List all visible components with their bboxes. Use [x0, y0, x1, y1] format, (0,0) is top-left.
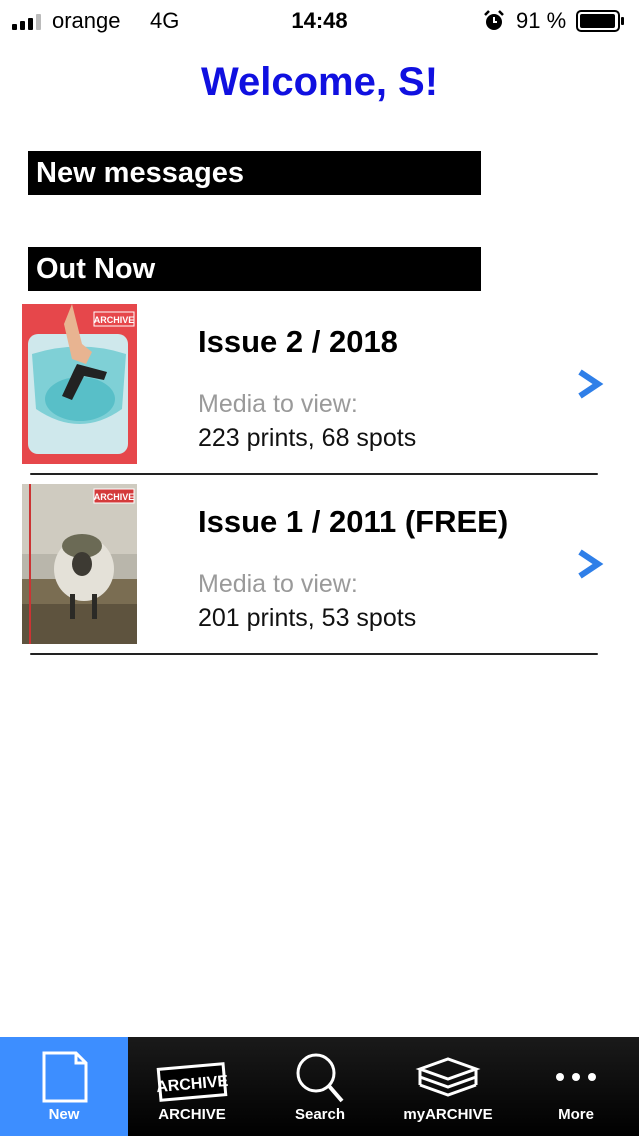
chevron-right-icon[interactable] — [576, 368, 604, 400]
cover-logo: ARCHIVE — [94, 315, 135, 325]
status-bar: orange 4G 14:48 91 % — [0, 0, 639, 44]
welcome-title: Welcome, S! — [200, 60, 439, 104]
out-now-header: Out Now — [28, 247, 481, 291]
tab-label: New — [48, 1106, 80, 1123]
row-divider — [30, 653, 598, 655]
battery-icon — [576, 10, 624, 32]
issue-row[interactable]: ARCHIVE Issue 2 / 2018 Media to view: 22… — [0, 304, 639, 484]
tab-label: Search — [294, 1106, 346, 1123]
issue-cover-image: ARCHIVE — [22, 304, 137, 464]
tab-label: ARCHIVE — [158, 1106, 226, 1123]
tab-label: myARCHIVE — [403, 1106, 493, 1123]
new-messages-header: New messages — [28, 151, 481, 195]
tab-new[interactable]: New — [0, 1037, 128, 1136]
media-count: 201 prints, 53 spots — [198, 604, 417, 632]
more-icon — [556, 1073, 596, 1081]
issue-title: Issue 2 / 2018 — [198, 324, 398, 359]
alarm-icon — [484, 10, 504, 30]
chevron-right-icon[interactable] — [576, 548, 604, 580]
tab-search[interactable]: Search — [256, 1037, 384, 1136]
media-label: Media to view: — [198, 570, 358, 598]
cover-logo: ARCHIVE — [94, 492, 135, 502]
stack-icon — [415, 1057, 481, 1097]
search-icon — [296, 1053, 344, 1103]
issue-row[interactable]: ARCHIVE Issue 1 / 2011 (FREE) Media to v… — [0, 484, 639, 664]
media-label: Media to view: — [198, 390, 358, 418]
tab-label: More — [558, 1106, 594, 1123]
issue-cover-image: ARCHIVE — [22, 484, 137, 644]
document-icon — [42, 1051, 88, 1103]
tab-myarchive[interactable]: myARCHIVE — [384, 1037, 512, 1136]
tab-archive[interactable]: ARCHIVE ARCHIVE — [128, 1037, 256, 1136]
issue-title: Issue 1 / 2011 (FREE) — [198, 504, 509, 539]
media-count: 223 prints, 68 spots — [198, 424, 417, 452]
row-divider — [30, 473, 598, 475]
tab-more[interactable]: More — [512, 1037, 639, 1136]
battery-percent: 91 % — [516, 8, 567, 33]
tab-bar: New ARCHIVE ARCHIVE Search myARCHIVE Mor… — [0, 1037, 639, 1136]
archive-logo-icon: ARCHIVE — [156, 1062, 229, 1102]
